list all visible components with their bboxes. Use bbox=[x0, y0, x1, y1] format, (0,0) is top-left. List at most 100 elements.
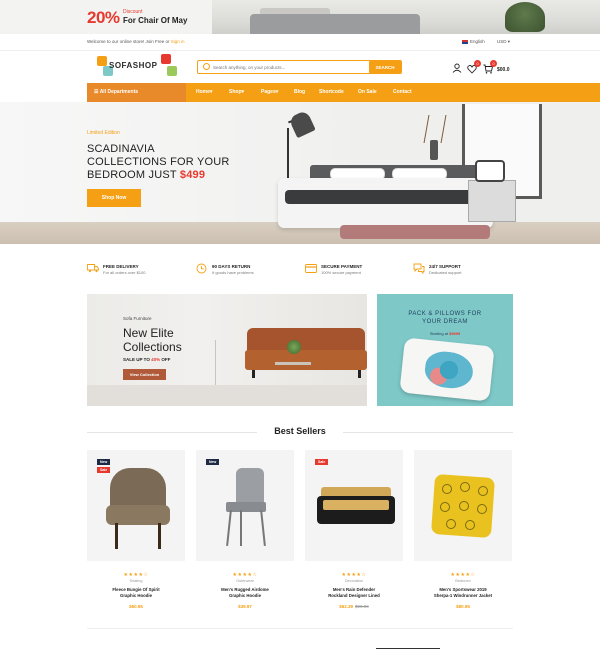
nav-item-home[interactable]: Home▾ bbox=[196, 89, 212, 95]
currency-label: USD bbox=[497, 39, 507, 44]
search-button[interactable]: SEARCH bbox=[369, 61, 401, 73]
product-name[interactable]: Men's Rain Defender Rockland Designer Lin… bbox=[305, 587, 403, 599]
rating-stars: ★★★★☆ bbox=[232, 572, 258, 578]
cart-total[interactable]: $00.0 bbox=[497, 67, 510, 73]
pillow-motif bbox=[440, 502, 450, 512]
price-prefix: Starting at bbox=[429, 331, 450, 336]
sofa-seat-cushion bbox=[323, 500, 389, 510]
pillow-motif bbox=[442, 484, 452, 494]
sale-percent: 40% bbox=[151, 357, 161, 362]
product-name[interactable]: Fleece Bungie Of Spirit Graphic Hoodie bbox=[87, 587, 185, 599]
product-price: $60.95 bbox=[87, 604, 185, 609]
logo-block bbox=[167, 66, 177, 76]
all-departments-button[interactable]: ☰ All Departments bbox=[87, 83, 186, 102]
shop-now-button[interactable]: Shop Now bbox=[87, 189, 141, 207]
return-icon bbox=[196, 263, 207, 274]
pillow-motif bbox=[459, 501, 469, 511]
hero-title-line-3: BEDROOM JUST $499 bbox=[87, 169, 230, 182]
feature-desc: Dedicated support bbox=[429, 270, 462, 275]
decor-vase bbox=[430, 140, 438, 160]
logo-block bbox=[161, 54, 171, 64]
site-logo[interactable]: SOFASHOP bbox=[97, 54, 177, 78]
nav-label: Pages bbox=[261, 89, 276, 95]
product-name-line: Graphic Hoodie bbox=[229, 593, 261, 598]
product-name[interactable]: Men's Sportswear 2019 Sherpa-1 Windrunner… bbox=[414, 587, 512, 599]
flag-icon bbox=[462, 39, 468, 44]
user-icon[interactable] bbox=[452, 63, 462, 73]
armchair-leg bbox=[158, 523, 161, 549]
sale-badge: Sale bbox=[97, 467, 111, 473]
feature-title: 24/7 SUPPORT bbox=[429, 264, 461, 269]
product-name-line: Rockland Designer Lined bbox=[328, 593, 380, 598]
feature-desc: 100% secure payment bbox=[321, 270, 361, 275]
pillow-motif bbox=[460, 482, 470, 492]
promo-small-text: Discount bbox=[123, 9, 143, 15]
rating-stars: ★★★★☆ bbox=[341, 572, 367, 578]
sale-suffix: OFF bbox=[160, 357, 171, 362]
banner-subtitle: Sofa Furniture bbox=[123, 316, 152, 321]
pillow-banner-price: Starting at $9999 bbox=[377, 331, 513, 336]
pillow-motif bbox=[477, 504, 487, 514]
chevron-down-icon: ▾ bbox=[209, 89, 213, 95]
nav-item-shortcode[interactable]: Shortcode bbox=[319, 89, 344, 95]
all-departments-label: All Departments bbox=[99, 89, 139, 95]
pillow-banner-title: PACK & PILLOWS FOR YOUR DREAM bbox=[377, 310, 513, 326]
promo-plant bbox=[505, 2, 545, 32]
promo-percent: 20% bbox=[87, 8, 120, 27]
language-label: English bbox=[470, 39, 485, 44]
feature-title: FREE DELIVERY bbox=[103, 264, 139, 269]
rating-stars: ★★★★☆ bbox=[450, 572, 476, 578]
new-badge: New bbox=[206, 459, 220, 465]
nav-item-contact[interactable]: Contact bbox=[393, 89, 412, 95]
nav-item-on-sale[interactable]: On Sale bbox=[358, 89, 377, 95]
promo-sofa bbox=[250, 14, 420, 34]
feature-title: 90 DAYS RETURN bbox=[212, 264, 251, 269]
cart-count-badge: 0 bbox=[490, 60, 497, 67]
product-category: Bedroom bbox=[455, 579, 471, 583]
feature-title: SECURE PAYMENT bbox=[321, 264, 363, 269]
welcome-message: Welcome to our online store! Join Free o… bbox=[87, 39, 184, 44]
bed-throw bbox=[285, 190, 490, 204]
nav-item-blog[interactable]: Blog bbox=[294, 89, 305, 95]
product-price: $62.39 $90.99 bbox=[305, 604, 403, 609]
sign-in-link[interactable]: Sign in bbox=[171, 39, 185, 44]
product-price: $39.97 bbox=[196, 604, 294, 609]
best-sellers-title: Best Sellers bbox=[274, 426, 326, 436]
banner-title-line: New Elite bbox=[123, 326, 174, 340]
pillow-banner-title-line: PACK & PILLOWS FOR bbox=[408, 311, 482, 317]
sale-badge: Sale bbox=[315, 459, 329, 465]
product-category: Decoration bbox=[344, 579, 364, 583]
wishlist-count-badge: 0 bbox=[474, 60, 481, 67]
price-current: $39.97 bbox=[238, 604, 252, 609]
banner-title: New Elite Collections bbox=[123, 326, 182, 354]
banner-stairs bbox=[215, 340, 245, 385]
pillow-motif bbox=[465, 520, 475, 530]
pillow-motif bbox=[478, 486, 488, 496]
product-category: Seating bbox=[129, 579, 143, 583]
chevron-down-icon: ▾ bbox=[241, 89, 245, 95]
hero-title: SCADINAVIA COLLECTIONS FOR YOUR BEDROOM … bbox=[87, 143, 230, 182]
banner-plant bbox=[287, 340, 301, 354]
product-category: Outerwear bbox=[236, 579, 254, 583]
chevron-down-icon: ▾ bbox=[506, 39, 511, 44]
chat-icon bbox=[413, 263, 425, 274]
search-icon bbox=[203, 63, 210, 70]
currency-selector[interactable]: USD ▾ bbox=[497, 39, 510, 45]
hero-title-line: SCADINAVIA bbox=[87, 143, 155, 155]
hero-title-line: COLLECTIONS FOR YOUR bbox=[87, 156, 230, 168]
nav-label: Home bbox=[196, 89, 210, 95]
hero-title-text: BEDROOM JUST bbox=[87, 169, 177, 181]
nav-item-shop[interactable]: Shop▾ bbox=[229, 89, 244, 95]
nav-item-pages[interactable]: Pages▾ bbox=[261, 89, 278, 95]
chair-leg bbox=[240, 510, 242, 546]
view-collection-button[interactable]: View Collection bbox=[123, 369, 166, 380]
price-old: $90.99 bbox=[355, 604, 369, 609]
search-input[interactable] bbox=[213, 61, 363, 73]
language-selector[interactable]: English bbox=[462, 39, 485, 44]
coffee-table bbox=[275, 362, 311, 365]
banner-floor bbox=[87, 385, 367, 406]
feature-desc: If goods have problems bbox=[212, 270, 254, 275]
hero-subtitle: Limited Edition bbox=[87, 130, 120, 136]
product-name[interactable]: Men's Rugged Airdome Graphic Hoodie bbox=[196, 587, 294, 599]
truck-icon bbox=[87, 264, 99, 273]
